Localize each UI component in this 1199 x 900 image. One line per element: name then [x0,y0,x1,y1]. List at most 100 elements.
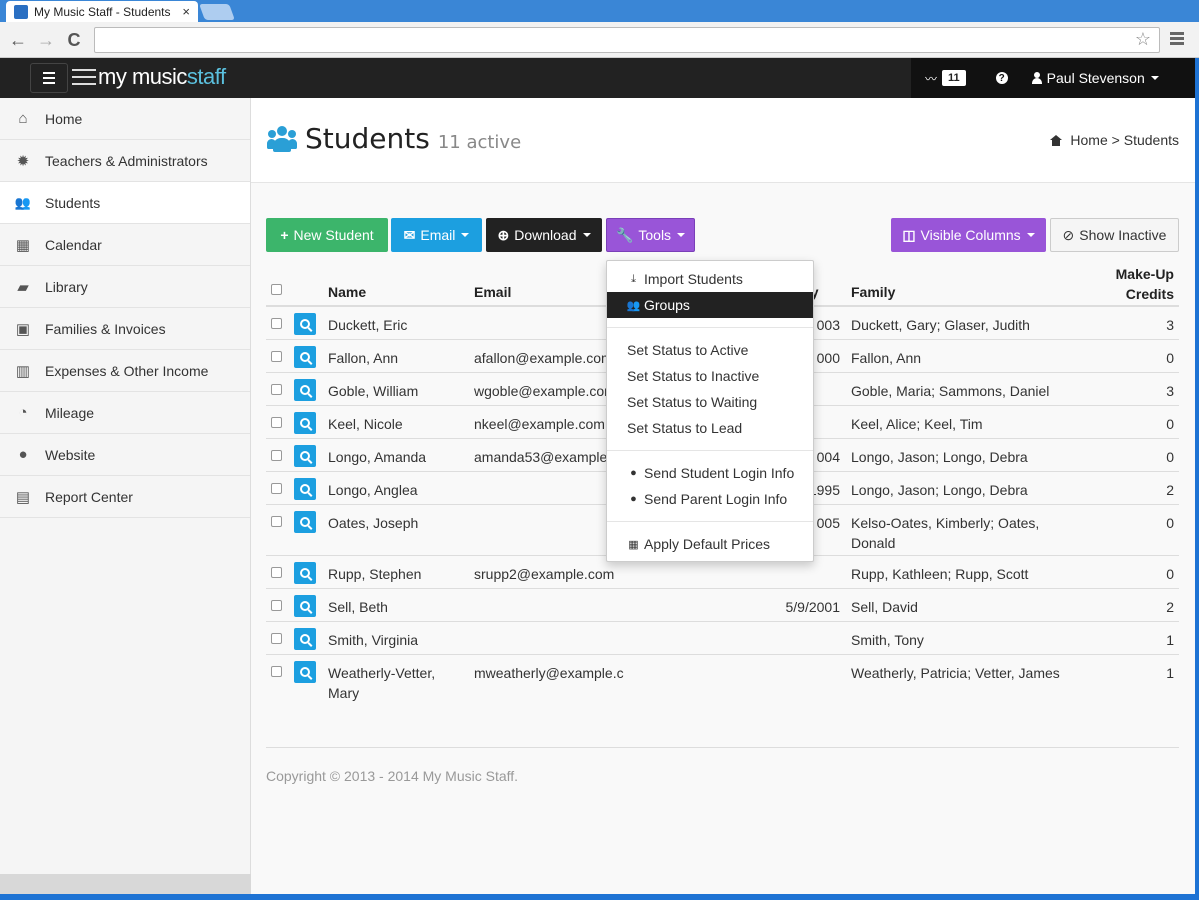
row-checkbox[interactable] [271,450,282,461]
menu-item-set-waiting[interactable]: Set Status to Waiting [607,389,813,415]
chevron-down-icon [582,233,591,237]
view-student-button[interactable] [294,445,316,467]
student-name[interactable]: Oates, Joseph [328,513,468,533]
sidebar-item-label: Library [45,278,88,295]
group-icon [267,124,297,154]
view-student-button[interactable] [294,628,316,650]
visible-columns-button[interactable]: ◫ Visible Columns [891,218,1046,252]
help-icon[interactable]: ? [995,72,1008,84]
row-checkbox[interactable] [271,384,282,395]
address-bar[interactable]: ☆ [94,27,1160,53]
sidebar-item-label: Report Center [45,488,133,505]
email-button[interactable]: ✉ Email [391,218,482,252]
download-button[interactable]: ⊕ Download [486,218,602,252]
tab-close-icon[interactable]: × [182,4,190,19]
tools-button[interactable]: 🔧 Tools [606,218,695,252]
student-family: Smith, Tony [851,632,924,648]
row-checkbox[interactable] [271,483,282,494]
view-student-button[interactable] [294,412,316,434]
view-student-button[interactable] [294,562,316,584]
view-student-button[interactable] [294,346,316,368]
users-icon: 👥 [626,299,641,312]
student-name[interactable]: Keel, Nicole [328,414,468,434]
select-all-checkbox[interactable] [271,284,282,295]
sidebar-item-calendar[interactable]: ▦ Calendar [0,224,250,266]
row-checkbox[interactable] [271,351,282,362]
page-header: Students 11 active Home > Students [251,98,1195,183]
vertical-scrollbar[interactable] [1195,58,1199,900]
view-student-button[interactable] [294,511,316,533]
sidebar-item-expenses[interactable]: ▥ Expenses & Other Income [0,350,250,392]
row-checkbox[interactable] [271,417,282,428]
row-checkbox[interactable] [271,600,282,611]
new-student-button[interactable]: + New Student [266,218,388,252]
column-email-header[interactable]: Email [474,284,511,300]
menu-item-send-parent-login[interactable]: ● Send Parent Login Info [607,486,813,512]
notifications-button[interactable]: 〰 11 [925,70,966,87]
calendar-icon: ▦ [15,236,31,254]
student-name[interactable]: Longo, Anglea [328,480,468,500]
hamburger-menu-button[interactable] [30,63,68,93]
forward-icon[interactable]: → [34,28,58,52]
new-tab-button[interactable] [199,4,235,20]
table-row[interactable]: Smith, Virginia Smith, Tony 1 [266,622,1179,655]
student-name[interactable]: Goble, William [328,381,468,401]
menu-item-groups[interactable]: 👥 Groups [607,292,813,318]
bookmark-star-icon[interactable]: ☆ [1135,29,1151,50]
view-student-button[interactable] [294,379,316,401]
app-header: my music staff 〰 11 ? Paul Stevenson [0,58,1195,98]
browser-menu-icon[interactable] [1170,30,1184,50]
sidebar-item-reports[interactable]: ▤ Report Center [0,476,250,518]
sidebar-item-families[interactable]: ▣ Families & Invoices [0,308,250,350]
table-row[interactable]: Weatherly-Vetter, Mary mweatherly@exampl… [266,655,1179,706]
sidebar-item-home[interactable]: ⌂ Home [0,98,250,140]
student-credits: 0 [1166,449,1174,465]
column-family-header[interactable]: Family [851,284,895,300]
row-checkbox[interactable] [271,567,282,578]
student-email: afallon@example.com [474,350,613,366]
row-checkbox[interactable] [271,633,282,644]
student-name[interactable]: Weatherly-Vetter, Mary [328,663,468,703]
sidebar-item-students[interactable]: 👥 Students [0,182,250,224]
student-name[interactable]: Smith, Virginia [328,630,468,650]
view-student-button[interactable] [294,478,316,500]
sidebar-item-library[interactable]: ▰ Library [0,266,250,308]
student-name[interactable]: Rupp, Stephen [328,564,468,584]
student-name[interactable]: Sell, Beth [328,597,468,617]
column-name-header[interactable]: Name [328,284,366,300]
row-checkbox[interactable] [271,516,282,527]
menu-item-set-lead[interactable]: Set Status to Lead [607,415,813,441]
brand-logo[interactable]: my music staff [72,64,226,90]
view-student-button[interactable] [294,595,316,617]
breadcrumb-home-link[interactable]: Home [1070,132,1107,148]
table-row[interactable]: Sell, Beth 5/9/2001 Sell, David 2 [266,589,1179,622]
reload-icon[interactable]: C [62,28,86,52]
back-icon[interactable]: ← [6,28,30,52]
user-menu-button[interactable]: Paul Stevenson [1031,70,1159,86]
sidebar-item-teachers[interactable]: ✹ Teachers & Administrators [0,140,250,182]
magnify-icon [300,451,310,461]
tools-dropdown-menu: ⤓ Import Students 👥 Groups Set Status to… [606,260,814,562]
student-email: wgoble@example.com [474,383,616,399]
menu-item-set-active[interactable]: Set Status to Active [607,337,813,363]
student-name[interactable]: Longo, Amanda [328,447,468,467]
view-student-button[interactable] [294,661,316,683]
download-icon: ⤓ [631,272,636,285]
chevron-down-icon [1026,233,1035,237]
student-name[interactable]: Fallon, Ann [328,348,468,368]
browser-tab[interactable]: My Music Staff - Students × [6,1,198,22]
row-checkbox[interactable] [271,318,282,329]
student-name[interactable]: Duckett, Eric [328,315,468,335]
row-checkbox[interactable] [271,666,282,677]
menu-item-set-inactive[interactable]: Set Status to Inactive [607,363,813,389]
menu-item-import-students[interactable]: ⤓ Import Students [607,266,813,292]
column-makeup-credits-header[interactable]: Make-Up Credits [1106,264,1174,304]
staff-lines-icon [72,69,96,85]
menu-item-send-student-login[interactable]: ● Send Student Login Info [607,460,813,486]
sidebar-item-mileage[interactable]: ◔ Mileage [0,392,250,434]
menu-item-apply-default-prices[interactable]: ▦ Apply Default Prices [607,531,813,557]
menu-divider [607,521,813,522]
show-inactive-button[interactable]: ⊘ Show Inactive [1050,218,1179,252]
sidebar-item-website[interactable]: ● Website [0,434,250,476]
view-student-button[interactable] [294,313,316,335]
